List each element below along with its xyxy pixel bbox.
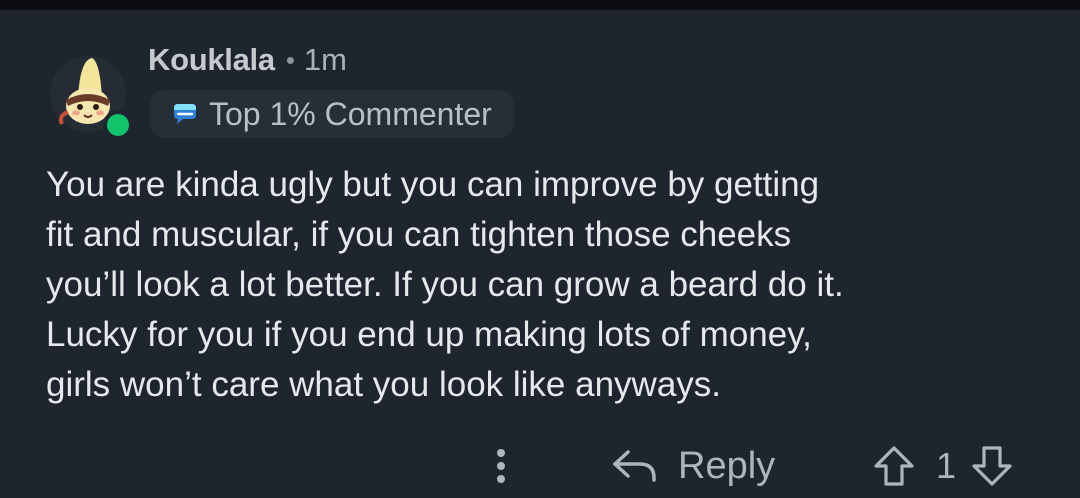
upvote-arrow-icon[interactable] (872, 444, 916, 488)
online-status-dot (103, 110, 133, 140)
username[interactable]: Kouklala (148, 40, 275, 80)
reply-arrow-icon (613, 450, 656, 482)
comment-line: girls won’t care what you look like anyw… (46, 365, 722, 404)
reply-label: Reply (678, 444, 776, 487)
more-options-button[interactable] (484, 440, 518, 492)
vote-score: 1 (936, 445, 957, 486)
comment-line: you’ll look a lot better. If you can gro… (46, 265, 844, 304)
comment-line: fit and muscular, if you can tighten tho… (46, 215, 792, 254)
vote-controls: 1 (872, 440, 1014, 492)
comment-body: You are kinda ugly but you can improve b… (46, 160, 1056, 410)
top-commenter-flair-icon (174, 104, 196, 124)
status-bar-strip (0, 0, 1080, 10)
more-vertical-icon (497, 449, 505, 483)
user-flair-badge: Top 1% Commenter (150, 90, 514, 138)
comment-timestamp: 1m (303, 42, 347, 77)
flair-label: Top 1% Commenter (209, 95, 492, 132)
comment-meta: Kouklala • 1m (148, 40, 347, 80)
reply-button[interactable]: Reply (610, 440, 775, 492)
comment-line: You are kinda ugly but you can improve b… (46, 165, 820, 204)
comment-line: Lucky for you if you end up making lots … (46, 315, 812, 354)
meta-separator: • (285, 45, 295, 75)
downvote-arrow-icon[interactable] (970, 444, 1014, 488)
